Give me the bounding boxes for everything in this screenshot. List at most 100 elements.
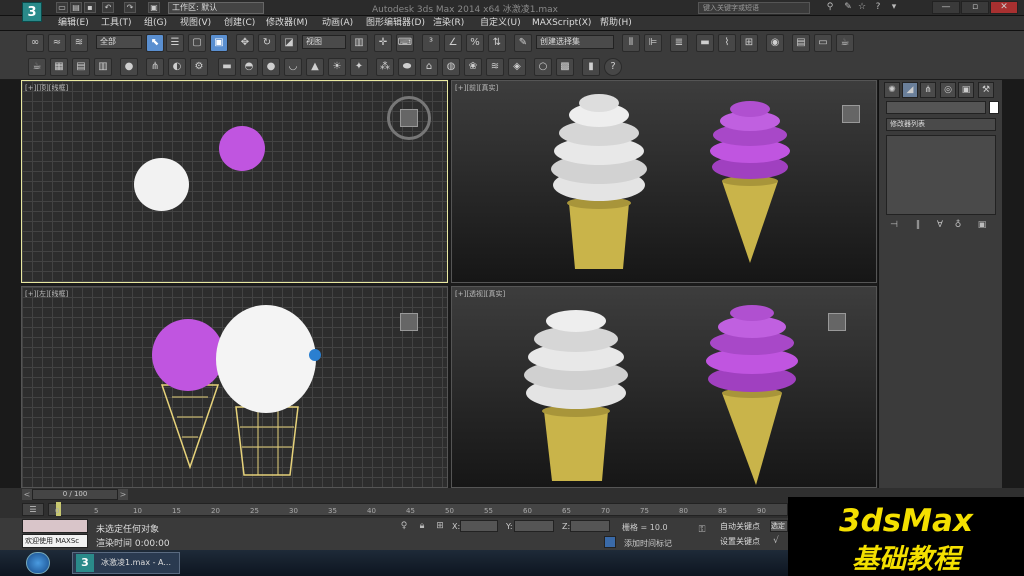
modifier-stack[interactable]	[886, 135, 996, 215]
redo-icon[interactable]: ↷	[124, 2, 136, 13]
hemisphere-icon[interactable]: ◓	[240, 58, 258, 76]
viewport-left[interactable]: [+][左][线框]	[21, 286, 448, 488]
utilities-tab-icon[interactable]: ⚒	[978, 82, 994, 98]
z-coordinate-field[interactable]	[570, 520, 610, 532]
isolate-icon[interactable]: ♀	[398, 521, 410, 532]
selection-filter-dropdown[interactable]: 全部	[96, 35, 142, 49]
utilities-icon[interactable]: ⚙	[190, 58, 208, 76]
menu-tools[interactable]: 工具(T)	[101, 17, 132, 30]
motion-icon[interactable]: ◐	[168, 58, 186, 76]
save-file-icon[interactable]: ▪	[84, 2, 96, 13]
make-unique-icon[interactable]: ∀	[934, 220, 946, 231]
grid-table-icon[interactable]: ▥	[94, 58, 112, 76]
motion-tab-icon[interactable]: ◎	[940, 82, 956, 98]
pin-stack-icon[interactable]: ⊣	[888, 220, 900, 231]
maxscript-listener-pink[interactable]	[22, 519, 88, 533]
graphite-ribbon-icon[interactable]: ▬	[696, 34, 714, 52]
search-input[interactable]: 键入关键字或短语	[698, 2, 810, 14]
teapot-icon[interactable]: ☕	[28, 58, 46, 76]
checker-icon[interactable]: ▩	[556, 58, 574, 76]
object-name-field[interactable]	[886, 101, 986, 114]
modify-tab-icon[interactable]: ◢	[902, 82, 918, 98]
open-file-icon[interactable]: ▤	[70, 2, 82, 13]
rotate-icon[interactable]: ↻	[258, 34, 276, 52]
viewport-top[interactable]: [+][顶][线框]	[21, 80, 448, 283]
remove-modifier-icon[interactable]: ♁	[952, 220, 964, 231]
viewcube-icon[interactable]	[842, 105, 860, 123]
viewcube-icon[interactable]	[828, 313, 846, 331]
help-icon[interactable]: ?	[872, 2, 884, 13]
percent-snap-icon[interactable]: %	[466, 34, 484, 52]
menu-rendering[interactable]: 渲染(R)	[433, 17, 464, 30]
rendered-frame-icon[interactable]: ▭	[814, 34, 832, 52]
snap-toggle-icon[interactable]: ³	[422, 34, 440, 52]
named-selection-dropdown[interactable]: 创建选择集	[536, 35, 614, 49]
menu-create[interactable]: 创建(C)	[224, 17, 255, 30]
render-icon[interactable]: ☕	[836, 34, 854, 52]
track-bar[interactable]	[48, 503, 788, 516]
mirror-icon[interactable]: ⫴	[622, 34, 640, 52]
maxscript-listener-white[interactable]: 欢迎使用 MAXSc	[22, 534, 88, 548]
light-icon[interactable]: ●	[120, 58, 138, 76]
new-file-icon[interactable]: ▭	[56, 2, 68, 13]
scale-icon[interactable]: ◪	[280, 34, 298, 52]
communication-icon[interactable]: ✎	[842, 2, 854, 13]
viewcube-icon[interactable]	[400, 313, 418, 331]
globe-icon[interactable]: ◍	[442, 58, 460, 76]
scatter-icon[interactable]: ⁂	[376, 58, 394, 76]
sphere-icon[interactable]: ●	[262, 58, 280, 76]
plant-icon[interactable]: ❀	[464, 58, 482, 76]
viewport-perspective[interactable]: [+][透视][真实]	[451, 286, 877, 488]
set-key-button[interactable]: 设置关键点	[720, 536, 760, 547]
viewport-top-label[interactable]: [+][顶][线框]	[25, 83, 68, 93]
keyboard-shortcut-icon[interactable]: ⌨	[396, 34, 414, 52]
layer-manager-icon[interactable]: ≣	[670, 34, 688, 52]
render-setup-icon[interactable]: ▤	[792, 34, 810, 52]
configure-sets-icon[interactable]: ▣	[976, 220, 988, 231]
hierarchy-tab-icon[interactable]: ⋔	[920, 82, 936, 98]
spray-icon[interactable]: ▮	[582, 58, 600, 76]
close-button[interactable]: ✕	[990, 1, 1018, 14]
undo-icon[interactable]: ↶	[102, 2, 114, 13]
menu-maxscript[interactable]: MAXScript(X)	[532, 17, 591, 30]
pivot-icon[interactable]: ▥	[350, 34, 368, 52]
box-primitive-icon[interactable]: ▬	[218, 58, 236, 76]
material-editor-icon[interactable]: ◉	[766, 34, 784, 52]
cone-icon[interactable]: ▲	[306, 58, 324, 76]
key-filters-icon[interactable]: √	[770, 536, 782, 547]
show-end-result-icon[interactable]: ‖	[912, 220, 924, 231]
schematic-view-icon[interactable]: ⊞	[740, 34, 758, 52]
object-color-swatch[interactable]	[989, 101, 999, 114]
selected-dropdown[interactable]: 选定	[770, 520, 788, 532]
bind-space-warp-icon[interactable]: ≋	[70, 34, 88, 52]
unlink-icon[interactable]: ≈	[48, 34, 66, 52]
menu-help[interactable]: 帮助(H)	[600, 17, 632, 30]
curve-editor-mini-icon[interactable]: ☰	[22, 503, 44, 516]
favorites-icon[interactable]: ☆	[856, 2, 868, 13]
lock-selection-icon[interactable]: 🔒︎	[416, 521, 428, 532]
info-icon[interactable]: ?	[604, 58, 622, 76]
align-icon[interactable]: ⊫	[644, 34, 662, 52]
white-scoop-top[interactable]	[134, 158, 189, 211]
start-button[interactable]	[26, 552, 50, 574]
display-tab-icon[interactable]: ▣	[958, 82, 974, 98]
x-coordinate-field[interactable]	[460, 520, 498, 532]
project-folder-icon[interactable]: ▣	[148, 2, 160, 13]
menu-edit[interactable]: 编辑(E)	[58, 17, 89, 30]
viewport-front[interactable]: [+][前][真实]	[451, 80, 877, 283]
building-icon[interactable]: ⌂	[420, 58, 438, 76]
menu-graph-editors[interactable]: 图形编辑器(D)	[366, 17, 425, 30]
select-object-icon[interactable]: ⬉	[146, 34, 164, 52]
hierarchy-icon[interactable]: ⋔	[146, 58, 164, 76]
link-icon[interactable]: ∞	[26, 34, 44, 52]
menu-views[interactable]: 视图(V)	[180, 17, 211, 30]
y-coordinate-field[interactable]	[514, 520, 554, 532]
select-manipulate-icon[interactable]: ✛	[374, 34, 392, 52]
menu-animation[interactable]: 动画(A)	[322, 17, 353, 30]
auto-key-button[interactable]: 自动关键点	[720, 521, 760, 532]
modifier-list-dropdown[interactable]: 修改器列表	[886, 118, 996, 131]
star-icon[interactable]: ✦	[350, 58, 368, 76]
menu-group[interactable]: 组(G)	[144, 17, 167, 30]
key-icon[interactable]: ⚿	[696, 525, 708, 536]
binoculars-icon[interactable]: ⚲	[824, 2, 836, 13]
